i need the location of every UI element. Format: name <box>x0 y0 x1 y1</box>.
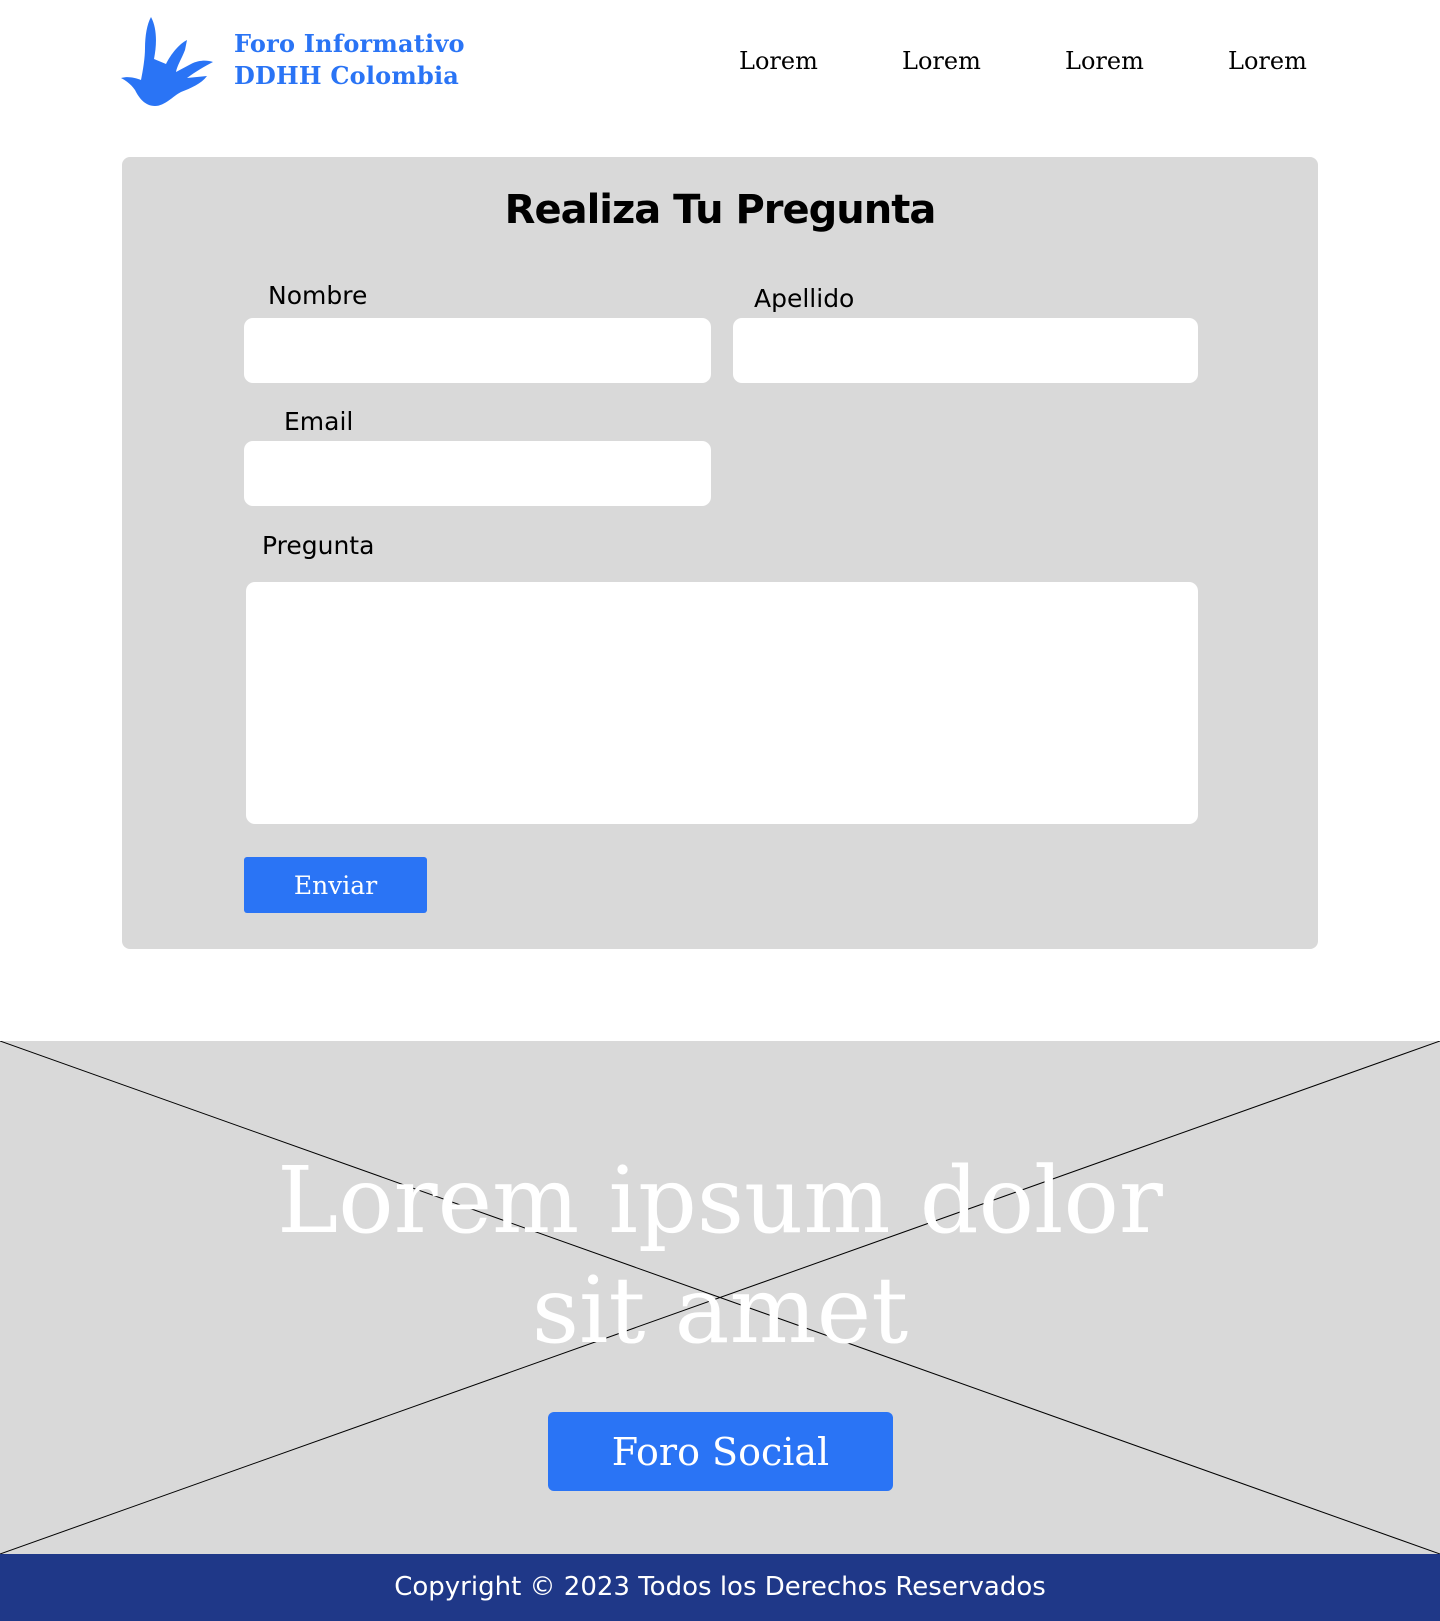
email-label: Email <box>284 407 354 436</box>
nombre-input[interactable] <box>244 318 711 383</box>
pregunta-textarea[interactable] <box>246 582 1198 824</box>
nav-item-1[interactable]: Lorem <box>739 44 818 78</box>
nombre-label: Nombre <box>268 281 368 310</box>
nav-item-3[interactable]: Lorem <box>1065 44 1144 78</box>
pregunta-label: Pregunta <box>262 531 375 560</box>
nav-item-2[interactable]: Lorem <box>902 44 981 78</box>
footer-copyright: Copyright © 2023 Todos los Derechos Rese… <box>0 1554 1440 1621</box>
hero-title-line-2: sit amet <box>531 1257 909 1364</box>
hero-title: Lorem ipsum dolor sit amet <box>0 1146 1440 1366</box>
brand-line-2: DDHH Colombia <box>234 61 460 90</box>
hero-title-line-1: Lorem ipsum dolor <box>277 1147 1163 1254</box>
form-title: Realiza Tu Pregunta <box>504 187 937 233</box>
nav-item-4[interactable]: Lorem <box>1228 44 1307 78</box>
foro-social-button[interactable]: Foro Social <box>548 1412 893 1491</box>
apellido-input[interactable] <box>733 318 1198 383</box>
hero-banner: Lorem ipsum dolor sit amet Foro Social <box>0 1041 1440 1554</box>
email-input[interactable] <box>244 441 711 506</box>
human-rights-hand-icon <box>121 17 213 106</box>
apellido-label: Apellido <box>754 284 855 313</box>
brand-line-1: Foro Informativo <box>234 29 465 58</box>
brand-name[interactable]: Foro Informativo DDHH Colombia <box>234 28 465 92</box>
enviar-button[interactable]: Enviar <box>244 857 427 913</box>
